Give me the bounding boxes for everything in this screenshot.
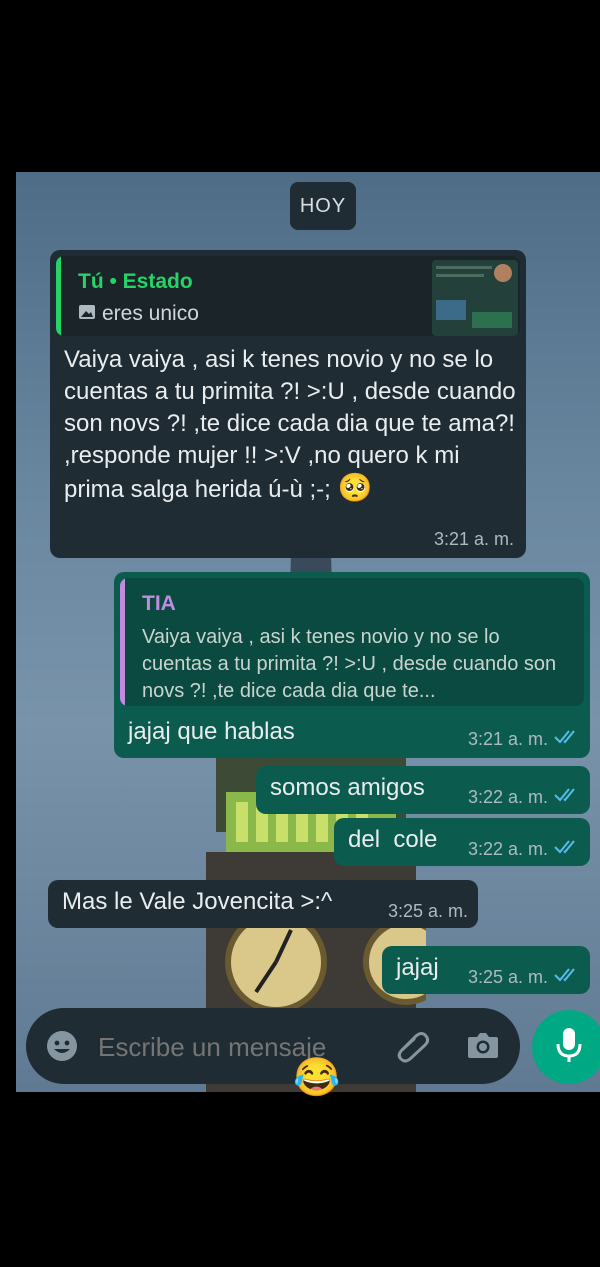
message-time: 3:22 a. m. bbox=[467, 787, 548, 807]
message-time: 3:21 a. m. bbox=[467, 729, 548, 749]
quoted-text: Vaiya vaiya , asi k tenes novio y no se … bbox=[142, 626, 557, 702]
outgoing-message[interactable]: del cole 3:22 a. m. bbox=[334, 818, 590, 866]
outgoing-message-reply[interactable]: TIA Vaiya vaiya , asi k tenes novio y no… bbox=[114, 572, 590, 758]
mic-button[interactable] bbox=[532, 1010, 600, 1084]
double-check-icon bbox=[554, 729, 580, 750]
emoji-icon[interactable] bbox=[46, 1030, 78, 1067]
quoted-caption: eres unico bbox=[102, 302, 199, 325]
laughing-emoji: 😂 bbox=[293, 1057, 341, 1099]
outgoing-message[interactable]: somos amigos 3:22 a. m. bbox=[256, 766, 590, 814]
camera-icon[interactable] bbox=[466, 1030, 500, 1065]
attach-icon[interactable] bbox=[394, 1028, 430, 1069]
message-time: 3:21 a. m. bbox=[433, 529, 514, 549]
message-text: somos amigos bbox=[270, 774, 425, 801]
double-check-icon bbox=[554, 839, 580, 860]
quoted-author: Tú • Estado bbox=[78, 270, 193, 293]
quoted-message[interactable]: TIA Vaiya vaiya , asi k tenes novio y no… bbox=[120, 578, 584, 706]
message-time: 3:22 a. m. bbox=[467, 839, 548, 859]
incoming-message-status-reply[interactable]: Tú • Estado eres unico Vaiya vaiya , asi… bbox=[50, 250, 526, 558]
quoted-author: TIA bbox=[142, 592, 176, 615]
double-check-icon bbox=[554, 967, 580, 988]
status-thumbnail bbox=[432, 260, 518, 336]
message-text: del cole bbox=[348, 826, 438, 853]
message-text: Vaiya vaiya , asi k tenes novio y no se … bbox=[64, 346, 516, 503]
image-icon bbox=[78, 303, 96, 326]
mic-icon bbox=[555, 1026, 583, 1069]
chat-screen: HOY Tú • Estado eres unico Vaiya vaiya ,… bbox=[16, 172, 600, 1092]
message-input-bar bbox=[26, 1008, 520, 1084]
message-time: 3:25 a. m. bbox=[387, 901, 468, 921]
message-text: jajaj que hablas bbox=[128, 718, 295, 745]
pleading-emoji: 🥺 bbox=[337, 472, 373, 503]
double-check-icon bbox=[554, 787, 580, 808]
outgoing-message[interactable]: jajaj 3:25 a. m. bbox=[382, 946, 590, 994]
message-time: 3:25 a. m. bbox=[467, 967, 548, 987]
message-text: jajaj bbox=[396, 954, 439, 981]
date-divider: HOY bbox=[290, 182, 356, 230]
incoming-message[interactable]: Mas le Vale Jovencita >:^ 3:25 a. m. bbox=[48, 880, 478, 928]
quoted-status[interactable]: Tú • Estado eres unico bbox=[56, 256, 520, 336]
message-text: Mas le Vale Jovencita >:^ bbox=[62, 888, 333, 915]
